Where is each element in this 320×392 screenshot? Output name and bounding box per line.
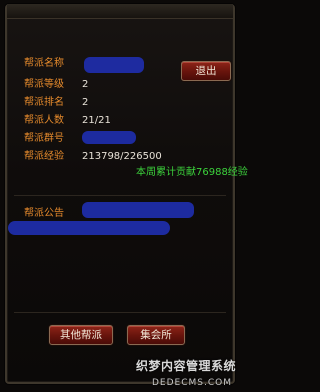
redacted-notice-line-2 — [8, 221, 170, 235]
section-divider-top — [14, 195, 226, 196]
redacted-notice-line-1 — [82, 202, 194, 218]
exit-button[interactable]: 退出 — [181, 61, 231, 81]
guild-members-label: 帮派人数 — [24, 115, 64, 126]
guild-exp-value: 213798/226500 — [82, 151, 162, 162]
guild-name-label: 帮派名称 — [24, 58, 64, 69]
guild-rank-value: 2 — [82, 97, 89, 108]
guild-rank-label: 帮派排名 — [24, 97, 64, 108]
guild-notice-label: 帮派公告 — [24, 208, 64, 219]
redacted-guild-name — [84, 57, 144, 73]
watermark-url: DEDECMS.COM — [152, 378, 232, 388]
weekly-contribution-text: 本周累计贡献76988经验 — [136, 167, 248, 178]
guild-group-label: 帮派群号 — [24, 133, 64, 144]
guild-name-row: 帮派名称 — [24, 56, 64, 72]
guild-members-value: 21/21 — [82, 115, 111, 126]
guild-notice-row: 帮派公告 — [24, 206, 64, 222]
guild-level-label: 帮派等级 — [24, 79, 64, 90]
watermark-title: 织梦内容管理系统 — [135, 359, 236, 373]
guild-group-row: 帮派群号 — [24, 131, 64, 147]
guild-rank-row: 帮派排名 2 — [24, 95, 88, 111]
guild-level-value: 2 — [82, 79, 89, 90]
guild-members-row: 帮派人数 21/21 — [24, 113, 111, 129]
panel-top-bar — [7, 4, 233, 19]
guild-exp-row: 帮派经验 213798/226500 — [24, 149, 162, 165]
section-divider-bottom — [14, 312, 226, 313]
assembly-hall-button[interactable]: 集会所 — [127, 325, 185, 345]
redacted-group-number — [82, 131, 136, 144]
guild-level-row: 帮派等级 2 — [24, 77, 88, 93]
other-guilds-button[interactable]: 其他帮派 — [49, 325, 113, 345]
guild-exp-label: 帮派经验 — [24, 151, 64, 162]
